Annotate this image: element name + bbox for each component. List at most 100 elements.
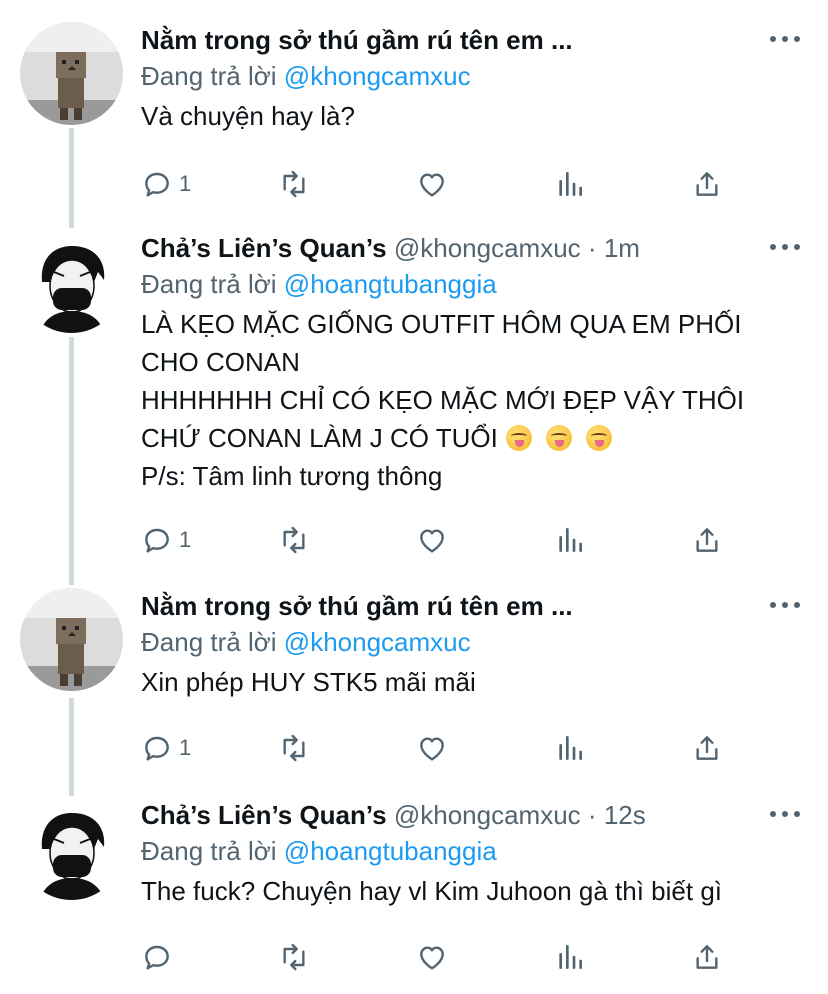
timestamp[interactable]: 12s (604, 800, 646, 830)
more-options-icon[interactable] (770, 801, 800, 827)
share-icon (696, 945, 718, 969)
mention-link[interactable]: @hoangtubanggia (284, 269, 497, 299)
avatar[interactable] (20, 22, 123, 125)
tweet-header: Chả’s Liên’s Quan’s @khongcamxuc · 12s (141, 797, 802, 833)
tweet-actions: 1 (141, 728, 741, 768)
share-button[interactable] (691, 728, 723, 768)
timestamp[interactable]: 1m (604, 233, 640, 263)
share-icon (696, 528, 718, 552)
reply-button[interactable]: 1 (141, 728, 191, 768)
like-button[interactable] (416, 728, 448, 768)
tweet-text-line: The fuck? Chuyện hay vl Kim Juhoon gà th… (141, 876, 723, 906)
retweet-icon (283, 170, 305, 198)
tweet-header: Nằm trong sở thú gầm rú tên em ... (141, 22, 802, 58)
tweet-text-line: Xin phép HUY STK5 mãi mãi (141, 667, 476, 697)
zany-face-emoji-icon (505, 425, 532, 451)
display-name[interactable]: Nằm trong sở thú gầm rú tên em ... (141, 25, 573, 55)
tweet-text-line: HHHHHHH CHỈ CÓ KẸO MẶC MỚI ĐẸP VẬY THÔI (141, 385, 745, 415)
tweet-actions (141, 937, 741, 977)
reply-button[interactable]: 1 (141, 520, 191, 560)
analytics-icon (559, 736, 582, 760)
like-button[interactable] (416, 937, 448, 977)
analytics-button[interactable] (554, 937, 586, 977)
tweet-actions: 1 (141, 164, 741, 204)
reply-icon (145, 736, 169, 761)
masked-boy-avatar-image (20, 797, 123, 900)
analytics-icon (559, 528, 582, 552)
analytics-button[interactable] (554, 728, 586, 768)
tweet-text-line: P/s: Tâm linh tương thông (141, 461, 443, 491)
replying-to: Đang trả lời @hoangtubanggia (141, 266, 802, 302)
reply-icon (145, 945, 169, 970)
more-options-icon[interactable] (770, 592, 800, 618)
zany-face-emoji-icon (545, 425, 572, 451)
mention-link[interactable]: @hoangtubanggia (284, 836, 497, 866)
reply-count: 1 (179, 171, 192, 196)
replying-to: Đang trả lời @khongcamxuc (141, 624, 802, 660)
mention-link[interactable]: @khongcamxuc (284, 61, 471, 91)
heart-icon (420, 946, 444, 970)
tweet-text-line: CHO CONAN (141, 347, 300, 377)
share-button[interactable] (691, 520, 723, 560)
more-options-icon[interactable] (770, 234, 800, 260)
tweet-text-line-with-emoji: CHỨ CONAN LÀM J CÓ TUỔI (141, 419, 802, 457)
tweet-text-fragment: CHỨ CONAN LÀM J CÓ TUỔI (141, 423, 498, 453)
reply-button[interactable]: 1 (141, 164, 191, 204)
retweet-icon (283, 734, 305, 762)
retweet-button[interactable] (278, 728, 310, 768)
username[interactable]: @khongcamxuc (394, 800, 581, 830)
retweet-icon (283, 943, 305, 971)
danbo-avatar-image (20, 22, 123, 125)
avatar[interactable] (20, 588, 123, 691)
replying-to: Đang trả lời @hoangtubanggia (141, 833, 802, 869)
replying-to-label: Đang trả lời (141, 269, 277, 299)
reply-count: 1 (179, 527, 192, 552)
retweet-button[interactable] (278, 164, 310, 204)
retweet-button[interactable] (278, 520, 310, 560)
reply-button[interactable] (141, 937, 173, 977)
replying-to: Đang trả lời @khongcamxuc (141, 58, 802, 94)
zany-face-emoji-icon (585, 425, 612, 451)
thread-line (69, 128, 74, 228)
thread-line (69, 337, 74, 585)
thread-line (69, 698, 74, 796)
share-icon (696, 172, 718, 196)
share-icon (696, 736, 718, 760)
retweet-button[interactable] (278, 937, 310, 977)
analytics-icon (559, 172, 582, 196)
tweet-text: LÀ KẸO MẶC GIỐNG OUTFIT HÔM QUA EM PHỐI … (141, 305, 802, 495)
dot-separator: · (587, 233, 597, 263)
retweet-icon (283, 526, 305, 554)
replying-to-label: Đang trả lời (141, 61, 277, 91)
reply-icon (145, 528, 169, 553)
share-button[interactable] (691, 937, 723, 977)
tweet-text-line: LÀ KẸO MẶC GIỐNG OUTFIT HÔM QUA EM PHỐI (141, 309, 742, 339)
display-name[interactable]: Chả’s Liên’s Quan’s (141, 233, 387, 263)
more-options-icon[interactable] (770, 26, 800, 52)
tweet-actions: 1 (141, 520, 741, 560)
username[interactable]: @khongcamxuc (394, 233, 581, 263)
analytics-icon (559, 945, 582, 969)
avatar[interactable] (20, 797, 123, 900)
share-button[interactable] (691, 164, 723, 204)
like-button[interactable] (416, 164, 448, 204)
heart-icon (420, 529, 444, 553)
display-name[interactable]: Chả’s Liên’s Quan’s (141, 800, 387, 830)
dot-separator: · (587, 800, 597, 830)
like-button[interactable] (416, 520, 448, 560)
mention-link[interactable]: @khongcamxuc (284, 627, 471, 657)
avatar[interactable] (20, 230, 123, 333)
tweet-text: The fuck? Chuyện hay vl Kim Juhoon gà th… (141, 872, 802, 910)
tweet-text-line: Và chuyện hay là? (141, 101, 355, 131)
tweet-header: Nằm trong sở thú gầm rú tên em ... (141, 588, 802, 624)
reply-icon (145, 172, 169, 197)
replying-to-label: Đang trả lời (141, 836, 277, 866)
analytics-button[interactable] (554, 520, 586, 560)
tweet-header: Chả’s Liên’s Quan’s @khongcamxuc · 1m (141, 230, 802, 266)
tweet-text: Xin phép HUY STK5 mãi mãi (141, 663, 802, 701)
analytics-button[interactable] (554, 164, 586, 204)
display-name[interactable]: Nằm trong sở thú gầm rú tên em ... (141, 591, 573, 621)
danbo-avatar-image (20, 588, 123, 691)
reply-count: 1 (179, 735, 192, 760)
replying-to-label: Đang trả lời (141, 627, 277, 657)
